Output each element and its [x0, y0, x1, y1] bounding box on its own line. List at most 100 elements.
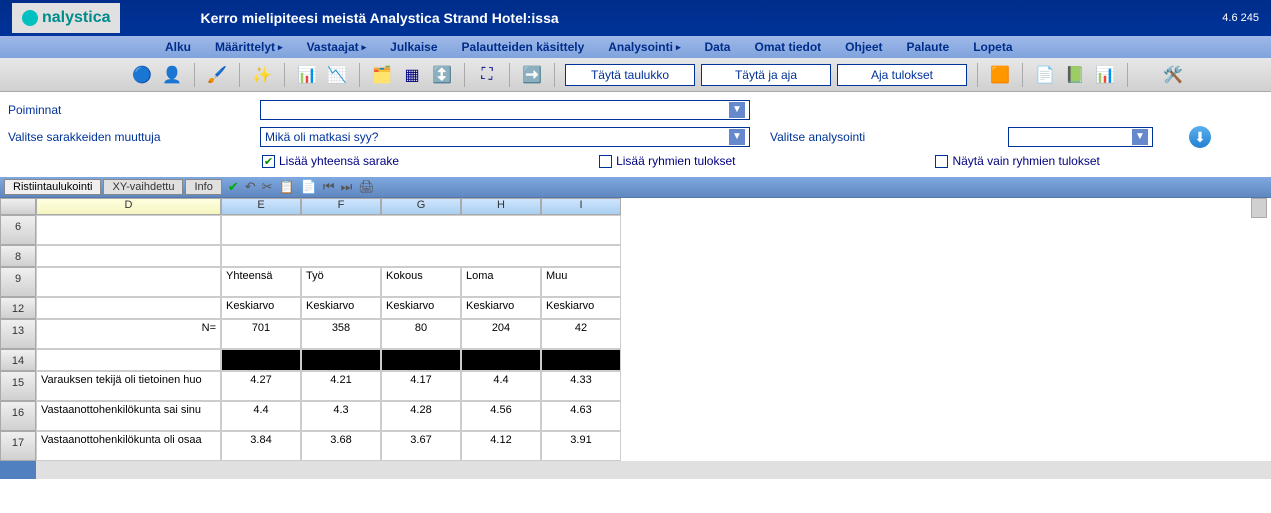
cut-icon[interactable]: ✂	[262, 179, 273, 195]
row-header[interactable]: 6	[0, 215, 36, 245]
vertical-scrollbar[interactable]	[1251, 198, 1267, 218]
cell[interactable]: 4.3	[301, 401, 381, 431]
cell[interactable]	[461, 349, 541, 371]
add-total-checkbox[interactable]: ✔ Lisää yhteensä sarake	[262, 154, 399, 168]
cell[interactable]: 4.21	[301, 371, 381, 401]
col-header[interactable]: F	[301, 198, 381, 215]
cell[interactable]: 4.17	[381, 371, 461, 401]
cell[interactable]	[221, 245, 621, 267]
row-header[interactable]: 16	[0, 401, 36, 431]
cell[interactable]: 358	[301, 319, 381, 349]
cell[interactable]	[36, 215, 221, 245]
cell[interactable]	[381, 349, 461, 371]
menu-omat[interactable]: Omat tiedot	[754, 40, 821, 54]
col-header[interactable]: G	[381, 198, 461, 215]
menu-data[interactable]: Data	[704, 40, 730, 54]
col-header[interactable]: I	[541, 198, 621, 215]
document-icon[interactable]: 📄	[1033, 63, 1057, 87]
hierarchy-icon[interactable]: 🗂️	[370, 63, 394, 87]
menu-maarittelyt[interactable]: Määrittelyt▸	[215, 40, 283, 54]
cell[interactable]: 4.4	[221, 401, 301, 431]
cell[interactable]: 4.28	[381, 401, 461, 431]
menu-julkaise[interactable]: Julkaise	[390, 40, 437, 54]
poiminnat-select[interactable]: ▼	[260, 100, 750, 120]
grid-icon[interactable]: ▦	[400, 63, 424, 87]
tab-info[interactable]: Info	[185, 179, 221, 195]
tree-remove-icon[interactable]: 📉	[325, 63, 349, 87]
cell[interactable]: 701	[221, 319, 301, 349]
cell[interactable]	[36, 297, 221, 319]
cell[interactable]: 4.33	[541, 371, 621, 401]
export-icon[interactable]: ➡️	[520, 63, 544, 87]
cell[interactable]	[221, 349, 301, 371]
cell[interactable]: Keskiarvo	[381, 297, 461, 319]
down-arrow-button[interactable]: ⬇	[1189, 126, 1211, 148]
cell[interactable]: N=	[36, 319, 221, 349]
fill-table-button[interactable]: Täytä taulukko	[565, 64, 695, 86]
cell[interactable]	[36, 267, 221, 297]
wizard-icon[interactable]: ✨	[250, 63, 274, 87]
menu-palaute[interactable]: Palaute	[907, 40, 950, 54]
excel-icon[interactable]: 📗	[1063, 63, 1087, 87]
cell[interactable]: 42	[541, 319, 621, 349]
cell[interactable]	[36, 349, 221, 371]
check-icon[interactable]: ✔	[228, 179, 239, 195]
menu-palautteiden[interactable]: Palautteiden käsittely	[462, 40, 585, 54]
cell[interactable]: 4.27	[221, 371, 301, 401]
bars-icon[interactable]: 🟧	[988, 63, 1012, 87]
columns-var-select[interactable]: Mikä oli matkasi syy? ▼	[260, 127, 750, 147]
cell[interactable]: 3.68	[301, 431, 381, 461]
cell[interactable]: 4.56	[461, 401, 541, 431]
menu-alku[interactable]: Alku	[165, 40, 191, 54]
cell[interactable]: Loma	[461, 267, 541, 297]
expand-icon[interactable]: ⛶	[475, 63, 499, 87]
cell[interactable]: 204	[461, 319, 541, 349]
first-icon[interactable]: ⏮	[323, 179, 335, 195]
cell[interactable]: 4.12	[461, 431, 541, 461]
cell[interactable]: Työ	[301, 267, 381, 297]
add-groups-checkbox[interactable]: Lisää ryhmien tulokset	[599, 154, 735, 168]
cell[interactable]: 3.91	[541, 431, 621, 461]
user-icon[interactable]: 👤	[160, 63, 184, 87]
cell[interactable]	[36, 245, 221, 267]
cell[interactable]: Muu	[541, 267, 621, 297]
cell[interactable]	[301, 349, 381, 371]
row-header[interactable]: 15	[0, 371, 36, 401]
cell[interactable]	[221, 215, 621, 245]
menu-analysointi[interactable]: Analysointi▸	[608, 40, 680, 54]
tree-icon[interactable]: 📊	[295, 63, 319, 87]
only-groups-checkbox[interactable]: Näytä vain ryhmien tulokset	[935, 154, 1099, 168]
cell[interactable]: 80	[381, 319, 461, 349]
cell[interactable]: 3.84	[221, 431, 301, 461]
col-header[interactable]: D	[36, 198, 221, 215]
cell[interactable]: Keskiarvo	[221, 297, 301, 319]
fill-and-run-button[interactable]: Täytä ja aja	[701, 64, 831, 86]
last-icon[interactable]: ⏭	[341, 179, 353, 195]
tools-icon[interactable]: 🛠️	[1161, 63, 1185, 87]
cell[interactable]: Yhteensä	[221, 267, 301, 297]
menu-vastaajat[interactable]: Vastaajat▸	[307, 40, 367, 54]
row-header[interactable]: 8	[0, 245, 36, 267]
cell[interactable]: Kokous	[381, 267, 461, 297]
back-icon[interactable]: 🔵	[130, 63, 154, 87]
cell[interactable]: 4.63	[541, 401, 621, 431]
cell[interactable]: Keskiarvo	[301, 297, 381, 319]
cell[interactable]: Varauksen tekijä oli tietoinen huo	[36, 371, 221, 401]
brush-icon[interactable]: 🖌️	[205, 63, 229, 87]
cell[interactable]: Keskiarvo	[541, 297, 621, 319]
run-results-button[interactable]: Aja tulokset	[837, 64, 967, 86]
print-icon[interactable]: 🖨	[358, 179, 375, 195]
cell[interactable]	[541, 349, 621, 371]
col-header[interactable]: E	[221, 198, 301, 215]
col-header[interactable]: H	[461, 198, 541, 215]
cell[interactable]: Vastaanottohenkilökunta oli osaa	[36, 431, 221, 461]
paste-icon[interactable]: 📄	[301, 179, 317, 195]
row-header[interactable]: 13	[0, 319, 36, 349]
tab-crosstab[interactable]: Ristiintaulukointi	[4, 179, 101, 195]
sort-icon[interactable]: ↕️	[430, 63, 454, 87]
menu-ohjeet[interactable]: Ohjeet	[845, 40, 882, 54]
cell[interactable]: 4.4	[461, 371, 541, 401]
row-header[interactable]: 9	[0, 267, 36, 297]
menu-lopeta[interactable]: Lopeta	[973, 40, 1012, 54]
corner-cell[interactable]	[0, 198, 36, 215]
